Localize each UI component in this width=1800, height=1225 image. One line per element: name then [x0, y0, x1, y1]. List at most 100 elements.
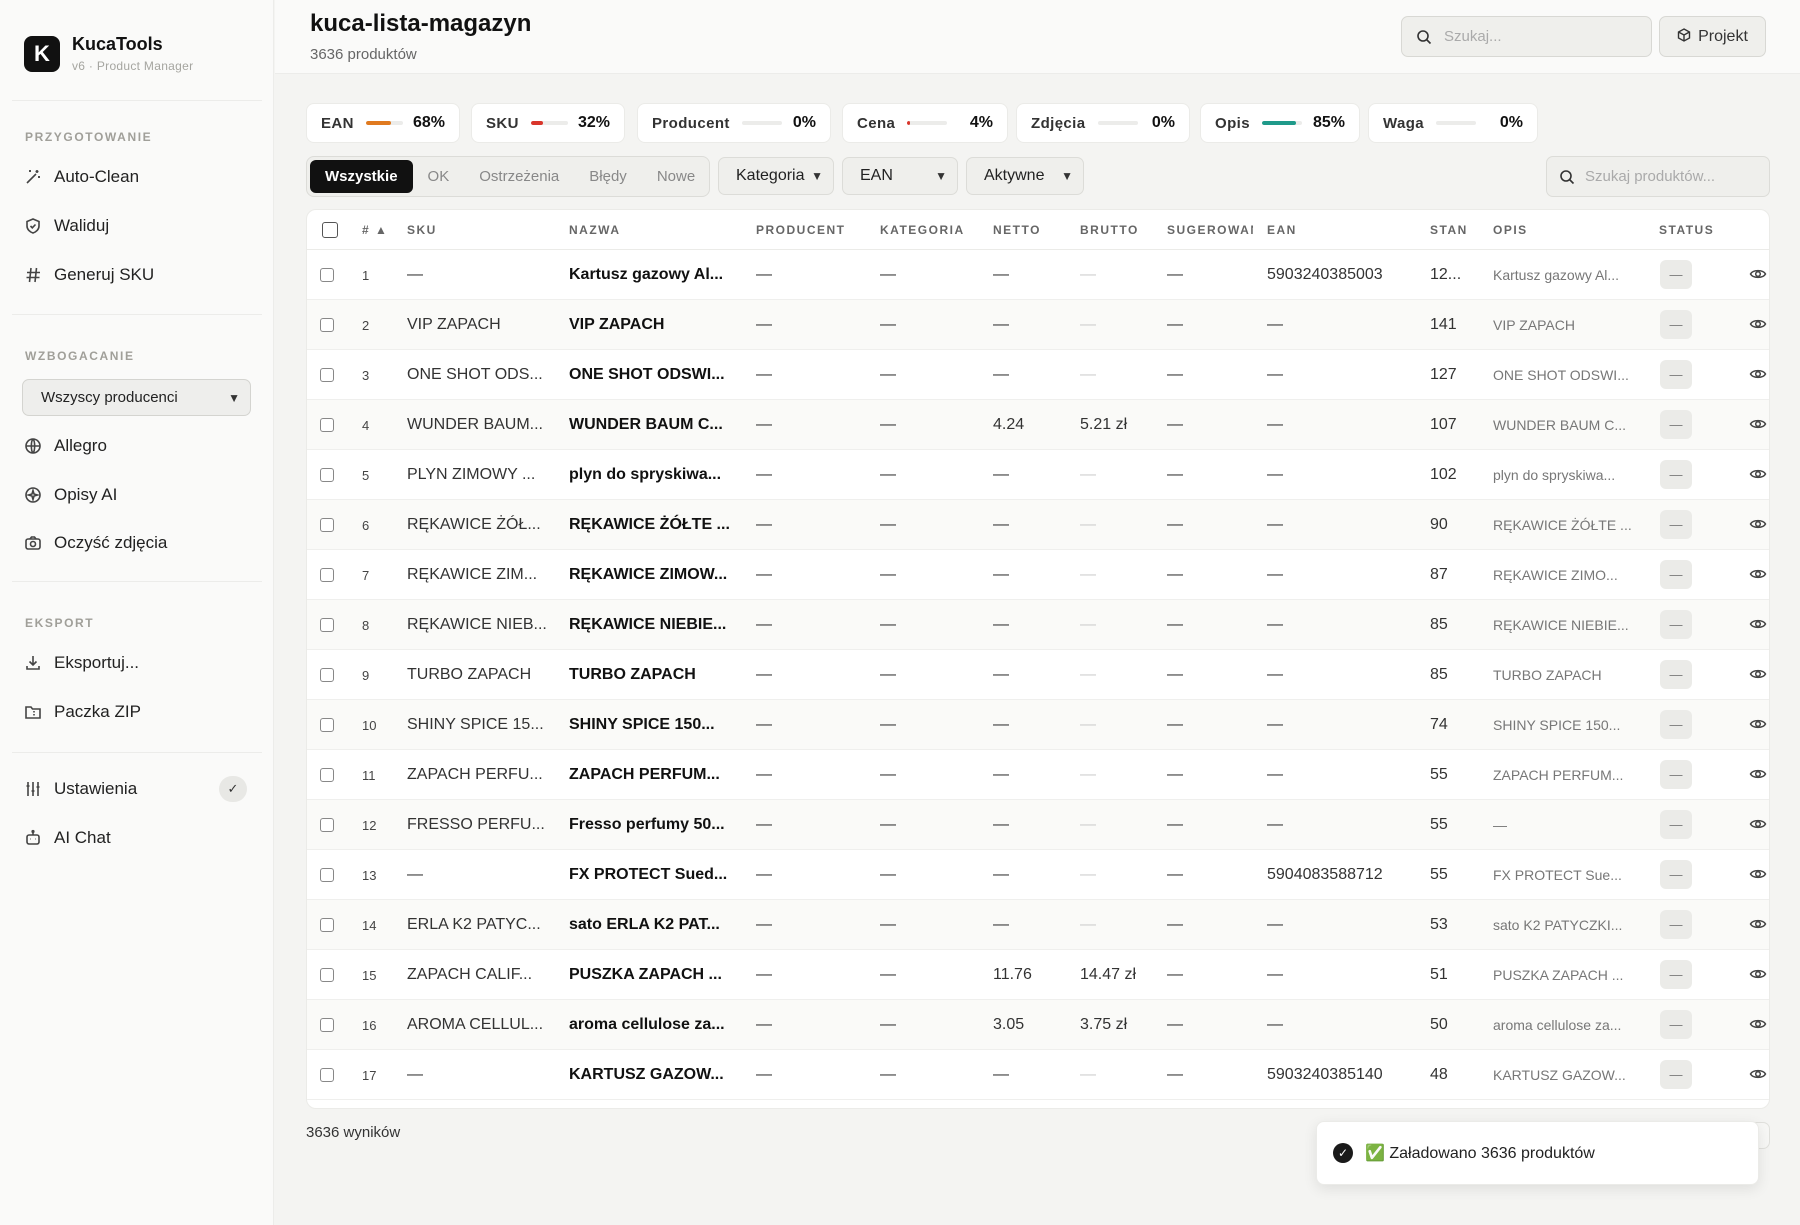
eye-icon[interactable] [1749, 815, 1767, 833]
global-search-input[interactable]: Szukaj... [1401, 16, 1652, 57]
sidebar-item-generuj-sku[interactable]: Generuj SKU [24, 260, 154, 290]
eye-icon[interactable] [1749, 465, 1767, 483]
row-checkbox[interactable] [320, 918, 334, 932]
eye-icon[interactable] [1749, 915, 1767, 933]
table-row[interactable]: 2 VIP ZAPACH VIP ZAPACH — — — — — — 141 VIP ZAPACH… [307, 300, 1769, 350]
cell-producer: — [756, 966, 772, 983]
sidebar-item-ustawienia[interactable]: Ustawienia [24, 774, 137, 804]
column-header-netto[interactable]: NETTO [993, 223, 1073, 237]
table-row[interactable]: 13 — FX PROTECT Sued... — — — — — 5904083588712 5… [307, 850, 1769, 900]
section-label-eksport: EKSPORT [25, 616, 95, 630]
table-row[interactable]: 11 ZAPACH PERFU... ZAPACH PERFUM... — — — — — — 5… [307, 750, 1769, 800]
table-row[interactable]: 14 ERLA K2 PATYC... sato ERLA K2 PAT... — — —… [307, 900, 1769, 950]
table-row[interactable]: 4 WUNDER BAUM... WUNDER BAUM C... — — 4.24 5.2… [307, 400, 1769, 450]
sidebar-item-oczysc-zdjecia[interactable]: Oczyść zdjęcia [24, 528, 167, 558]
cell-brutto: — [1080, 866, 1096, 883]
column-header-sugerowana[interactable]: SUGEROWANA [1167, 223, 1253, 237]
tab-nowe[interactable]: Nowe [642, 160, 710, 193]
project-button[interactable]: Projekt [1659, 16, 1766, 57]
sidebar-item-ai-chat[interactable]: AI Chat [24, 823, 111, 853]
eye-icon[interactable] [1749, 1065, 1767, 1083]
column-header-kategoria[interactable]: KATEGORIA [880, 223, 980, 237]
row-checkbox[interactable] [320, 668, 334, 682]
row-checkbox[interactable] [320, 268, 334, 282]
row-checkbox[interactable] [320, 368, 334, 382]
row-checkbox[interactable] [320, 468, 334, 482]
category-select[interactable]: Kategoria ▼ [718, 157, 834, 195]
sidebar-item-eksportuj[interactable]: Eksportuj... [24, 648, 139, 678]
brand-subtitle: v6 · Product Manager [72, 59, 194, 73]
table-row[interactable]: 8 RĘKAWICE NIEB... RĘKAWICE NIEBIE... — — — — —… [307, 600, 1769, 650]
column-header-ean[interactable]: EAN [1267, 223, 1417, 237]
producer-select[interactable]: Wszyscy producenci ▼ [22, 379, 251, 416]
column-header-index[interactable]: # ▲ [362, 223, 402, 237]
sidebar-item-allegro[interactable]: Allegro [24, 431, 107, 461]
eye-icon[interactable] [1749, 565, 1767, 583]
table-row[interactable]: 16 AROMA CELLUL... aroma cellulose za... — —… [307, 1000, 1769, 1050]
eye-icon[interactable] [1749, 1015, 1767, 1033]
row-checkbox[interactable] [320, 568, 334, 582]
eye-icon[interactable] [1749, 415, 1767, 433]
row-checkbox[interactable] [320, 518, 334, 532]
stat-percent: 32% [577, 114, 610, 131]
row-checkbox[interactable] [320, 818, 334, 832]
eye-icon[interactable] [1749, 265, 1767, 283]
sidebar-item-waliduj[interactable]: Waliduj [24, 211, 109, 241]
row-checkbox[interactable] [320, 868, 334, 882]
eye-icon[interactable] [1749, 315, 1767, 333]
product-search-input[interactable]: Szukaj produktów... [1546, 156, 1770, 197]
table-row[interactable]: 17 — KARTUSZ GAZOW... — — — — — 5903240385140 48 K… [307, 1050, 1769, 1100]
column-header-opis[interactable]: OPIS [1493, 223, 1643, 237]
table-header: # ▲ SKU NAZWA PRODUCENT KATEGORIA NETTO BRUTTO… [307, 210, 1769, 250]
tab-bledy[interactable]: Błędy [574, 160, 642, 193]
table-row[interactable]: 12 FRESSO PERFU... Fresso perfumy 50... — — —… [307, 800, 1769, 850]
row-checkbox[interactable] [320, 1068, 334, 1082]
column-header-nazwa[interactable]: NAZWA [569, 223, 739, 237]
column-header-stan[interactable]: STAN [1430, 223, 1485, 237]
tab-ostrzezenia[interactable]: Ostrzeżenia [464, 160, 574, 193]
cell-description: WUNDER BAUM C... [1493, 417, 1626, 433]
row-checkbox[interactable] [320, 718, 334, 732]
table-row[interactable]: 1 — Kartusz gazowy Al... — — — — — 5903240385003… [307, 250, 1769, 300]
table-row[interactable]: 15 ZAPACH CALIF... PUSZKA ZAPACH ... — — 11.7… [307, 950, 1769, 1000]
column-header-brutto[interactable]: BRUTTO [1080, 223, 1160, 237]
table-row[interactable]: 6 RĘKAWICE ŻÓŁ... RĘKAWICE ŻÓŁTE ... — — — — — —… [307, 500, 1769, 550]
eye-icon[interactable] [1749, 715, 1767, 733]
chevron-down-icon: ▼ [1061, 169, 1073, 183]
sidebar-item-opisy-ai[interactable]: Opisy AI [24, 480, 117, 510]
row-checkbox[interactable] [320, 318, 334, 332]
column-header-sku[interactable]: SKU [407, 223, 547, 237]
table-row[interactable]: 3 ONE SHOT ODS... ONE SHOT ODSWI... — — — — — — 1… [307, 350, 1769, 400]
tab-wszystkie[interactable]: Wszystkie [310, 160, 413, 193]
row-checkbox[interactable] [320, 768, 334, 782]
row-checkbox[interactable] [320, 1018, 334, 1032]
table-row[interactable]: 9 TURBO ZAPACH TURBO ZAPACH — — — — — — 85 TURBO Z… [307, 650, 1769, 700]
sidebar-divider [12, 314, 262, 315]
row-checkbox[interactable] [320, 968, 334, 982]
eye-icon[interactable] [1749, 665, 1767, 683]
sidebar-item-auto-clean[interactable]: Auto-Clean [24, 162, 139, 192]
active-select[interactable]: Aktywne ▼ [966, 157, 1084, 195]
sidebar-item-label: Generuj SKU [54, 265, 155, 284]
row-checkbox[interactable] [320, 618, 334, 632]
eye-icon[interactable] [1749, 965, 1767, 983]
stat-chip-sku: SKU 32% [471, 103, 625, 143]
select-all-checkbox[interactable] [322, 222, 338, 238]
eye-icon[interactable] [1749, 365, 1767, 383]
search-placeholder: Szukaj... [1444, 28, 1502, 45]
tab-ok[interactable]: OK [413, 160, 465, 193]
ean-select[interactable]: EAN ▼ [842, 157, 958, 195]
cell-category: — [880, 616, 896, 633]
table-row[interactable]: 5 PLYN ZIMOWY ... plyn do spryskiwa... — — — —… [307, 450, 1769, 500]
table-row[interactable]: 7 RĘKAWICE ZIM... RĘKAWICE ZIMOW... — — — — — — 8… [307, 550, 1769, 600]
eye-icon[interactable] [1749, 865, 1767, 883]
cell-brutto: — [1080, 716, 1096, 733]
eye-icon[interactable] [1749, 515, 1767, 533]
eye-icon[interactable] [1749, 765, 1767, 783]
column-header-producent[interactable]: PRODUCENT [756, 223, 866, 237]
sidebar-item-paczka-zip[interactable]: Paczka ZIP [24, 697, 141, 727]
table-row[interactable]: 10 SHINY SPICE 15... SHINY SPICE 150... — — —… [307, 700, 1769, 750]
eye-icon[interactable] [1749, 615, 1767, 633]
column-header-status[interactable]: STATUS [1659, 223, 1739, 237]
row-checkbox[interactable] [320, 418, 334, 432]
